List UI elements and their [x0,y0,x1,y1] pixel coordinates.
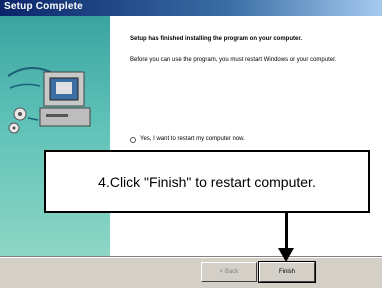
arrow-down-icon [285,213,288,251]
arrow-head-icon [278,248,294,262]
completion-heading: Setup has finished installing the progra… [130,36,303,42]
button-separator [0,256,382,258]
setup-complete-window: Setup Complete Setup has finished instal… [0,0,382,288]
finish-button[interactable]: Finish [258,261,316,283]
window-title: Setup Complete [4,1,83,12]
instruction-callout: 4.Click "Finish" to restart computer. [44,150,370,213]
title-bar: Setup Complete [0,0,382,16]
restart-instructions: Before you can use the program, you must… [130,57,337,63]
callout-text: 4.Click "Finish" to restart computer. [98,173,316,190]
restart-now-radio[interactable] [130,137,136,143]
restart-now-label[interactable]: Yes, I want to restart my computer now. [140,136,245,142]
back-button[interactable]: < Back [201,262,257,282]
computer-illustration-icon [7,67,91,134]
